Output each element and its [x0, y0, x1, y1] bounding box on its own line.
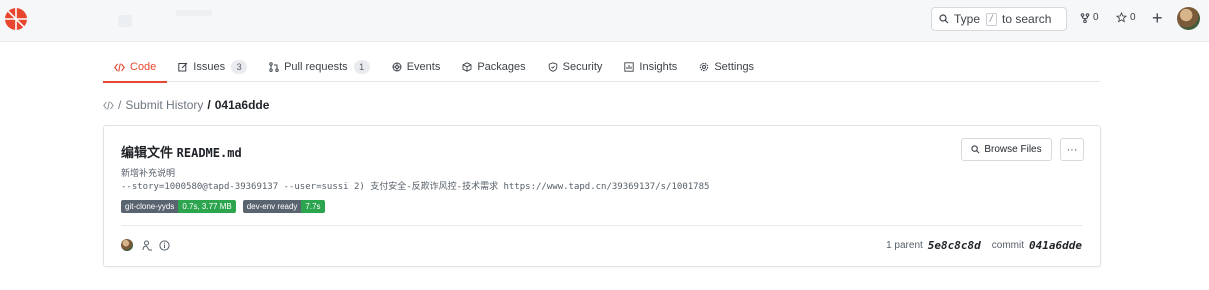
tab-label: Security — [562, 61, 603, 73]
tab-label: Issues — [193, 61, 226, 73]
commit-sha[interactable]: 041a6dde — [1029, 239, 1082, 252]
author-avatar[interactable] — [121, 239, 133, 251]
commit-message-body: 新增补充说明 --story=1000580@tapd-39369137 --u… — [121, 166, 709, 194]
badge-key: dev-env ready — [242, 200, 302, 213]
tab-insights[interactable]: Insights — [613, 52, 688, 82]
commit-label: commit — [991, 240, 1025, 251]
code-icon — [114, 62, 125, 72]
tab-code[interactable]: Code — [103, 52, 168, 83]
search-suffix: to search — [1002, 12, 1052, 26]
badge-value: 7.7s — [301, 200, 325, 213]
tab-security[interactable]: Security — [537, 52, 614, 82]
tab-label: Pull requests — [284, 61, 348, 73]
star-icon — [1116, 12, 1127, 23]
create-new-button[interactable]: + — [1152, 8, 1163, 28]
commit-title-prefix: 编辑文件 — [121, 145, 174, 160]
logo-icon[interactable] — [4, 7, 28, 31]
stars-count: 0 — [1130, 12, 1136, 23]
divider — [121, 225, 1083, 226]
tab-events[interactable]: Events — [381, 52, 452, 82]
commit-refs: 1 parent 5e8c8c8d commit 041a6dde — [886, 239, 1082, 252]
browse-files-label: Browse Files — [984, 144, 1042, 155]
insights-icon — [624, 62, 635, 72]
code-icon[interactable] — [103, 100, 114, 110]
parent-label: 1 parent — [886, 240, 923, 251]
package-icon — [462, 62, 472, 72]
tab-label: Events — [406, 61, 441, 73]
search-shortcut-key: / — [986, 12, 998, 26]
badge-key: git-clone-yyds — [121, 200, 179, 213]
user-icon[interactable] — [142, 240, 153, 251]
commit-title: 编辑文件 README.md — [121, 142, 242, 161]
badge-value: 0.7s, 3.77 MB — [178, 200, 236, 213]
commit-title-file: README.md — [176, 146, 242, 160]
gear-icon — [700, 62, 709, 72]
forks-counter[interactable]: 0 — [1080, 12, 1099, 23]
breadcrumb-separator: / — [118, 98, 122, 112]
pull-requests-count-badge: 1 — [353, 60, 370, 74]
commit-author-info — [121, 239, 176, 251]
tab-label: Packages — [477, 61, 526, 73]
search-label: Type — [954, 12, 981, 26]
commit-card: 编辑文件 README.md 新增补充说明 --story=1000580@ta… — [103, 125, 1101, 267]
user-avatar[interactable] — [1177, 7, 1200, 30]
breadcrumb-separator: / — [207, 98, 211, 112]
repo-name-placeholder — [176, 10, 212, 16]
breadcrumb-current-commit: 041a6dde — [214, 98, 270, 112]
ci-badge-dev-env[interactable]: dev-env ready 7.7s — [242, 200, 325, 213]
parent-sha-link[interactable]: 5e8c8c8d — [928, 239, 981, 252]
info-icon[interactable] — [159, 239, 170, 251]
tab-label: Insights — [639, 61, 678, 73]
forks-count: 0 — [1093, 12, 1099, 23]
stars-counter[interactable]: 0 — [1116, 12, 1136, 23]
tab-packages[interactable]: Packages — [451, 52, 536, 82]
commit-body-line: 新增补充说明 — [121, 168, 176, 178]
issue-icon — [178, 62, 188, 72]
repo-owner-placeholder — [118, 15, 132, 27]
breadcrumb: / Submit History / 041a6dde — [103, 98, 269, 112]
breadcrumb-submit-history[interactable]: Submit History — [125, 98, 203, 112]
events-icon — [392, 62, 402, 72]
more-options-button[interactable]: ··· — [1060, 138, 1084, 161]
search-icon — [971, 145, 980, 154]
search-icon — [939, 14, 949, 24]
shield-icon — [548, 62, 557, 72]
search-box[interactable]: Type / to search — [931, 7, 1067, 31]
ci-badges: git-clone-yyds 0.7s, 3.77 MB dev-env rea… — [121, 200, 332, 213]
repo-tabs: Code Issues 3 Pull requests 1 Events Pac… — [103, 52, 1100, 83]
tab-label: Settings — [714, 61, 755, 73]
commit-body-line: --story=1000580@tapd-39369137 --user=sus… — [121, 182, 710, 192]
browse-files-button[interactable]: Browse Files — [961, 138, 1052, 161]
tab-pull-requests[interactable]: Pull requests 1 — [258, 52, 381, 82]
pull-request-icon — [269, 62, 279, 72]
tab-settings[interactable]: Settings — [688, 52, 765, 82]
tab-label: Code — [130, 61, 157, 73]
tab-issues[interactable]: Issues 3 — [167, 52, 258, 82]
ci-badge-git-clone[interactable]: git-clone-yyds 0.7s, 3.77 MB — [121, 200, 236, 213]
fork-icon — [1080, 12, 1090, 23]
top-header: Type / to search 0 0 + — [0, 0, 1209, 42]
issues-count-badge: 3 — [231, 60, 248, 74]
